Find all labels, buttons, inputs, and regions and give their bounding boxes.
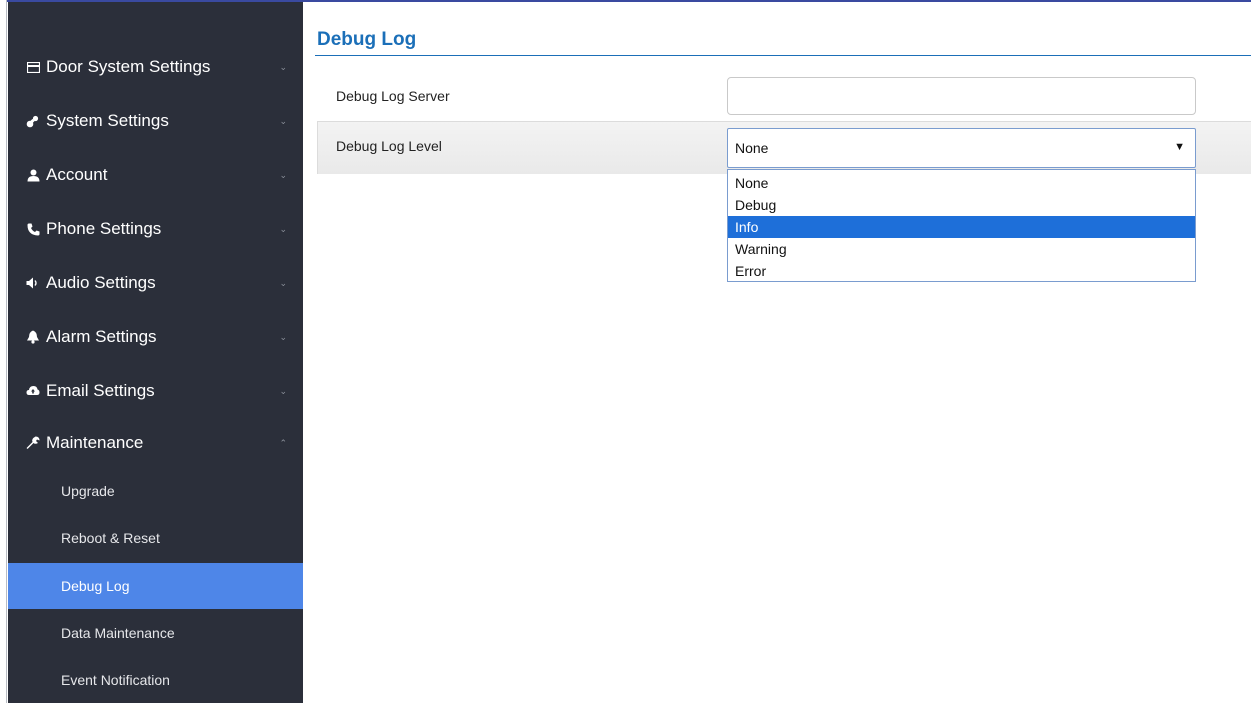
page-title: Debug Log [317,29,417,50]
option-none[interactable]: None [728,172,1195,194]
user-icon [26,168,40,182]
cloud-icon [26,384,40,398]
keys-icon [26,114,40,128]
sidebar-subitem-debug-log[interactable]: Debug Log [8,563,303,609]
sidebar-subitem-label: Debug Log [61,578,130,594]
bell-icon [26,330,40,344]
sidebar-item-alarm-settings[interactable]: Alarm Settings ⌄ [8,312,303,362]
sidebar-item-label: Maintenance [46,433,144,452]
sidebar-item-label: Email Settings [46,381,155,400]
sidebar-item-phone-settings[interactable]: Phone Settings ⌄ [8,204,303,254]
chevron-down-icon: ⌄ [279,61,287,72]
sidebar-item-audio-settings[interactable]: Audio Settings ⌄ [8,258,303,308]
sidebar-subitem-label: Event Notification [61,672,170,688]
wrench-icon [26,436,40,450]
dropdown-arrow-icon: ▼ [1174,141,1185,153]
chevron-down-icon: ⌄ [279,223,287,234]
title-divider [315,55,1251,56]
sidebar-item-label: Account [46,165,108,184]
debug-log-level-label: Debug Log Level [336,138,442,154]
phone-icon [26,222,40,236]
sidebar-item-label: Phone Settings [46,219,162,238]
sidebar-subitem-label: Upgrade [61,483,115,499]
sidebar-item-account[interactable]: Account ⌄ [8,150,303,200]
option-info[interactable]: Info [728,216,1195,238]
debug-log-server-label: Debug Log Server [336,88,450,104]
debug-log-level-options: None Debug Info Warning Error [727,169,1196,282]
debug-log-level-select[interactable]: None ▼ [727,128,1196,168]
sidebar-item-door-system-settings[interactable]: Door System Settings ⌄ [8,42,303,92]
sidebar-item-label: Door System Settings [46,57,211,76]
chevron-down-icon: ⌄ [279,385,287,396]
sidebar-subitem-event-notification[interactable]: Event Notification [8,658,303,702]
chevron-down-icon: ⌄ [279,169,287,180]
sidebar-item-label: System Settings [46,111,169,130]
sidebar-subitem-data-maintenance[interactable]: Data Maintenance [8,611,303,655]
chevron-down-icon: ⌄ [279,331,287,342]
debug-log-server-input[interactable] [727,77,1196,115]
sidebar-item-maintenance[interactable]: Maintenance ⌃ [8,418,303,468]
card-icon [26,60,40,74]
selected-value: None [735,140,769,156]
option-error[interactable]: Error [728,260,1195,282]
sidebar-item-label: Alarm Settings [46,327,157,346]
speaker-icon [26,276,40,290]
option-warning[interactable]: Warning [728,238,1195,260]
sidebar-subitem-reboot-reset[interactable]: Reboot & Reset [8,516,303,560]
sidebar-item-email-settings[interactable]: Email Settings ⌄ [8,366,303,416]
sidebar-subitem-label: Reboot & Reset [61,530,160,546]
sidebar-subitem-label: Data Maintenance [61,625,175,641]
sidebar-item-system-settings[interactable]: System Settings ⌄ [8,96,303,146]
option-debug[interactable]: Debug [728,194,1195,216]
chevron-up-icon: ⌃ [279,437,287,448]
sidebar-subitem-upgrade[interactable]: Upgrade [8,469,303,513]
chevron-down-icon: ⌄ [279,115,287,126]
chevron-down-icon: ⌄ [279,277,287,288]
left-frame [0,0,7,703]
sidebar: Door System Settings ⌄ System Settings ⌄… [8,2,303,703]
sidebar-item-label: Audio Settings [46,273,156,292]
